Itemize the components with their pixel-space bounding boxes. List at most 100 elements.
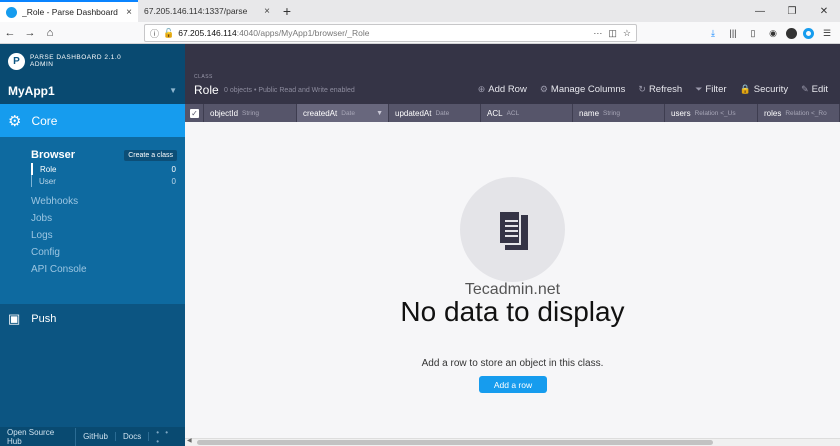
column-type: Date <box>341 109 355 117</box>
main-panel: CLASS Role 0 objects • Public Read and W… <box>185 44 840 446</box>
footer-link-docs[interactable]: Docs <box>116 432 150 441</box>
column-header-acl[interactable]: ACL ACL <box>481 104 573 122</box>
browser-tab-bar: _Role - Parse Dashboard × 67.205.146.114… <box>0 0 840 22</box>
url-host: 67.205.146.114 <box>178 28 237 38</box>
class-item-user[interactable]: User 0 <box>31 175 185 187</box>
library-icon[interactable]: ||| <box>726 26 740 40</box>
close-window-button[interactable]: ✕ <box>808 0 840 22</box>
brand-name: PARSE DASHBOARD 2.1.0 <box>30 54 122 61</box>
column-header-createdat[interactable]: createdAt Date ▼ <box>297 104 389 122</box>
download-icon[interactable]: ⤓ <box>706 26 720 40</box>
more-icon[interactable]: ··· <box>593 28 602 39</box>
filter-button[interactable]: ⏷ Filter <box>695 84 726 95</box>
new-tab-button[interactable]: + <box>276 0 298 22</box>
sidebar-item-browser[interactable]: Browser Create a class <box>0 147 185 163</box>
column-type: Relation <_Ro <box>785 109 827 117</box>
sidebar-item-label: Browser <box>31 149 76 161</box>
core-submenu: Browser Create a class Role 0 User 0 Web… <box>0 137 185 304</box>
sidebar-item-push[interactable]: ▣ Push <box>0 304 185 334</box>
sidebar-item-api-console[interactable]: API Console <box>0 261 185 278</box>
menu-icon[interactable]: ☰ <box>820 26 834 40</box>
browser-tab-parse[interactable]: 67.205.146.114:1337/parse × <box>138 0 276 22</box>
action-label: Refresh <box>648 84 683 95</box>
empty-state-hint: Add a row to store an object in this cla… <box>421 358 604 369</box>
documents-icon <box>497 209 528 250</box>
empty-state: Tecadmin.net No data to display Add a ro… <box>185 122 840 432</box>
add-row-button[interactable]: ⊕ Add Row <box>478 84 527 95</box>
class-count: 0 <box>171 164 176 174</box>
home-icon[interactable]: ⌂ <box>40 23 60 43</box>
push-icon: ▣ <box>8 311 21 326</box>
select-all-checkbox[interactable]: ✓ <box>185 104 204 122</box>
forward-icon[interactable]: → <box>20 23 40 43</box>
action-label: Add Row <box>488 84 527 95</box>
caret-down-icon: ▼ <box>169 86 177 95</box>
sidebar-item-config[interactable]: Config <box>0 244 185 261</box>
toolbar-actions: ⊕ Add Row ⚙ Manage Columns ↻ Refresh ⏷ Filte… <box>478 84 828 95</box>
app-selector[interactable]: MyApp1 ▼ <box>0 78 185 104</box>
column-name: createdAt <box>303 108 338 118</box>
minimize-button[interactable]: — <box>744 0 776 22</box>
column-header-users[interactable]: users Relation <_Us <box>665 104 758 122</box>
sidebar-item-label: Push <box>31 313 57 325</box>
extension-ring-icon[interactable] <box>803 27 814 39</box>
class-item-role[interactable]: Role 0 <box>31 163 185 175</box>
scroll-left-icon[interactable]: ◀ <box>187 437 192 444</box>
browser-nav-bar: ← → ⌂ ⓘ 🔓 67.205.146.114 :4040/apps/MyAp… <box>0 22 840 44</box>
manage-columns-button[interactable]: ⚙ Manage Columns <box>540 84 626 95</box>
edit-button[interactable]: ✎ Edit <box>801 84 828 95</box>
brand-sub: ADMIN <box>30 61 54 68</box>
column-name: objectId <box>210 108 239 118</box>
class-name: Role <box>40 164 57 174</box>
sidebar-item-jobs[interactable]: Jobs <box>0 210 185 227</box>
add-a-row-button[interactable]: Add a row <box>479 376 547 393</box>
column-name: name <box>579 108 600 118</box>
sidebar-footer: Open Source Hub GitHub Docs • • • <box>0 427 185 446</box>
back-icon[interactable]: ← <box>0 23 20 43</box>
account-icon[interactable]: ◉ <box>766 26 780 40</box>
close-icon[interactable]: × <box>126 7 132 18</box>
footer-more-icon[interactable]: • • • <box>149 428 185 446</box>
security-button[interactable]: 🔒 Security <box>740 84 789 95</box>
refresh-icon: ↻ <box>638 84 646 94</box>
url-bar[interactable]: ⓘ 🔓 67.205.146.114 :4040/apps/MyApp1/bro… <box>144 24 637 42</box>
column-type: String <box>603 109 620 117</box>
parse-logo-icon: P <box>8 52 25 70</box>
action-label: Edit <box>811 84 828 95</box>
pocket-icon[interactable]: ◫ <box>608 28 617 39</box>
class-subtitle: 0 objects • Public Read and Write enable… <box>224 87 355 94</box>
column-header-name[interactable]: name String <box>573 104 665 122</box>
browser-tab-role[interactable]: _Role - Parse Dashboard × <box>0 0 138 22</box>
sidebar-item-logs[interactable]: Logs <box>0 227 185 244</box>
column-header-objectid[interactable]: objectId String <box>204 104 297 122</box>
extension-icon[interactable] <box>786 27 797 39</box>
column-header-roles[interactable]: roles Relation <_Ro <box>758 104 840 122</box>
window-controls: — ❐ ✕ <box>744 0 840 22</box>
column-name: roles <box>764 108 782 118</box>
sidebar-item-core[interactable]: ⚙ Core <box>0 104 185 137</box>
action-label: Manage Columns <box>550 84 626 95</box>
footer-link-github[interactable]: GitHub <box>76 432 116 441</box>
footer-link-open-source-hub[interactable]: Open Source Hub <box>0 427 77 446</box>
check-icon: ✓ <box>190 108 199 118</box>
parse-favicon-icon <box>6 6 17 18</box>
sidebar-item-webhooks[interactable]: Webhooks <box>0 193 185 210</box>
maximize-button[interactable]: ❐ <box>776 0 808 22</box>
close-icon[interactable]: × <box>264 6 270 17</box>
refresh-button[interactable]: ↻ Refresh <box>638 84 682 95</box>
action-label: Security <box>753 84 789 95</box>
sort-desc-icon[interactable]: ▼ <box>376 110 383 117</box>
empty-state-title: No data to display <box>400 296 625 327</box>
column-header-updatedat[interactable]: updatedAt Date <box>389 104 481 122</box>
bookmark-star-icon[interactable]: ☆ <box>623 28 631 39</box>
browser-header: CLASS Role 0 objects • Public Read and W… <box>185 44 840 104</box>
sidebar-icon[interactable]: ▯ <box>746 26 760 40</box>
insecure-lock-icon: 🔓 <box>163 27 175 38</box>
horizontal-scrollbar[interactable]: ◀ <box>185 438 840 446</box>
scrollbar-thumb[interactable] <box>197 440 713 445</box>
class-caption: CLASS <box>194 74 213 80</box>
create-class-button[interactable]: Create a class <box>124 149 177 161</box>
info-icon[interactable]: ⓘ <box>150 27 159 40</box>
class-name: User <box>39 176 56 186</box>
empty-state-illustration <box>460 177 565 282</box>
